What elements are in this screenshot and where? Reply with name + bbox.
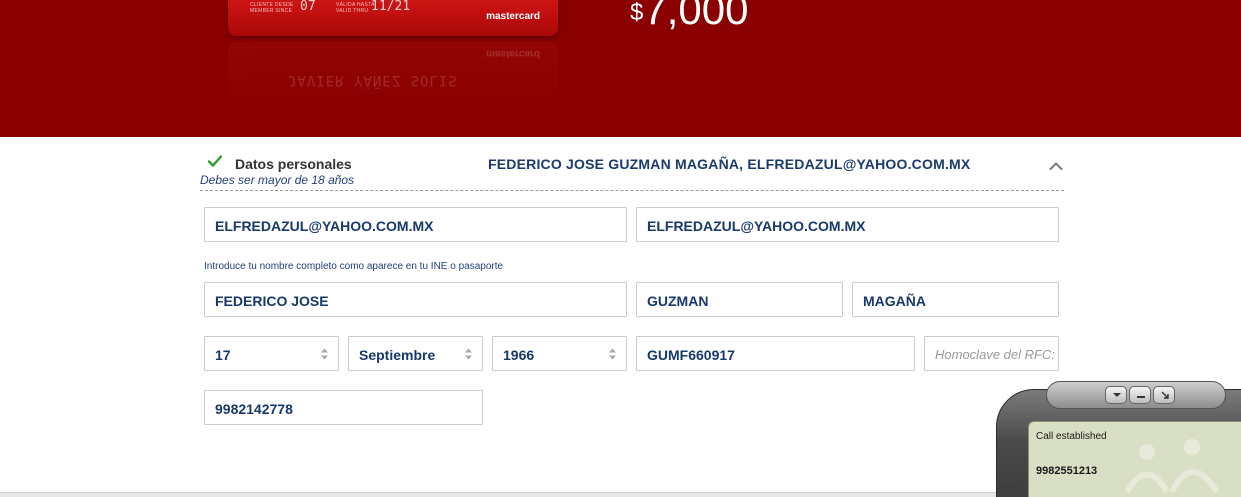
credit-card-reflection: JAVIER YÁÑEZ SOLIS mastercard [228,42,558,104]
paternal-surname-field[interactable]: GUZMAN [636,282,843,317]
amount-value: 7,000 [643,0,749,33]
birth-year-value: 1966 [503,347,535,363]
reflection-text: JAVIER YÁÑEZ SOLIS [288,72,458,88]
member-since-value: 07 [300,0,316,14]
birth-year-select[interactable]: 1966 [492,336,627,371]
birth-day-select[interactable]: 17 [204,336,339,371]
section-subtitle: Debes ser mayor de 18 años [200,173,355,187]
page: CLIENTE DESDE MEMBER SINCE 07 VÁLIDA HAS… [0,0,1241,497]
phone-field[interactable]: 9982142778 [204,390,483,425]
reflection-brand: mastercard [486,48,540,59]
personal-data-section-header[interactable]: Datos personales Debes ser mayor de 18 a… [200,150,1064,191]
email-confirm-field[interactable]: ELFREDAZUL@YAHOO.COM.MX [636,207,1059,242]
homoclave-field[interactable]: Homoclave del RFC: [924,336,1059,371]
chevron-up-icon[interactable] [1049,161,1063,171]
softphone-screen: Call established 9982551213 [1028,421,1241,497]
rfc-field[interactable]: GUMF660917 [636,336,915,371]
amount-currency: $ [630,0,644,26]
spinner-arrows-icon [465,348,472,360]
valid-thru-value: 11/21 [371,0,411,14]
chevron-down-icon [1113,393,1121,397]
section-summary: FEDERICO JOSE GUZMAN MAGAÑA, ELFREDAZUL@… [488,156,971,172]
minimize-button[interactable] [1129,386,1151,404]
valid-thru-label: VÁLIDA HASTA VALID THRU [336,2,375,14]
spinner-arrows-icon [609,348,616,360]
birth-day-value: 17 [215,347,231,363]
homoclave-placeholder: Homoclave del RFC: [935,347,1055,362]
check-icon [208,155,222,167]
expand-button[interactable] [1153,386,1175,404]
email-confirm-value: ELFREDAZUL@YAHOO.COM.MX [647,218,866,234]
birth-month-value: Septiembre [359,347,436,363]
offer-banner: CLIENTE DESDE MEMBER SINCE 07 VÁLIDA HAS… [0,0,1241,137]
section-title: Datos personales [235,156,352,172]
call-number: 9982551213 [1036,465,1098,477]
rfc-value: GUMF660917 [647,347,735,363]
minimize-icon [1137,396,1145,398]
credit-amount: $7,000 [630,0,748,34]
spinner-arrows-icon [321,348,328,360]
member-since-label: CLIENTE DESDE MEMBER SINCE [250,2,294,14]
first-name-field[interactable]: FEDERICO JOSE [204,282,627,317]
paternal-surname-value: GUZMAN [647,293,709,309]
softphone-logo-icon [1124,439,1220,494]
email-value: ELFREDAZUL@YAHOO.COM.MX [215,218,434,234]
email-field[interactable]: ELFREDAZUL@YAHOO.COM.MX [204,207,627,242]
card-brand-logo: mastercard [486,11,540,22]
name-hint: Introduce tu nombre completo como aparec… [204,261,504,272]
chevron-down-button[interactable] [1105,386,1127,404]
softphone-toolbar [1046,381,1226,409]
birth-month-select[interactable]: Septiembre [348,336,483,371]
arrow-expand-icon [1161,391,1169,399]
credit-card-image: CLIENTE DESDE MEMBER SINCE 07 VÁLIDA HAS… [228,0,558,36]
softphone-widget[interactable]: Call established 9982551213 [996,381,1241,497]
phone-value: 9982142778 [215,401,293,417]
maternal-surname-field[interactable]: MAGAÑA [852,282,1059,317]
maternal-surname-value: MAGAÑA [863,293,926,309]
first-name-value: FEDERICO JOSE [215,293,329,309]
call-status: Call established [1036,431,1107,442]
